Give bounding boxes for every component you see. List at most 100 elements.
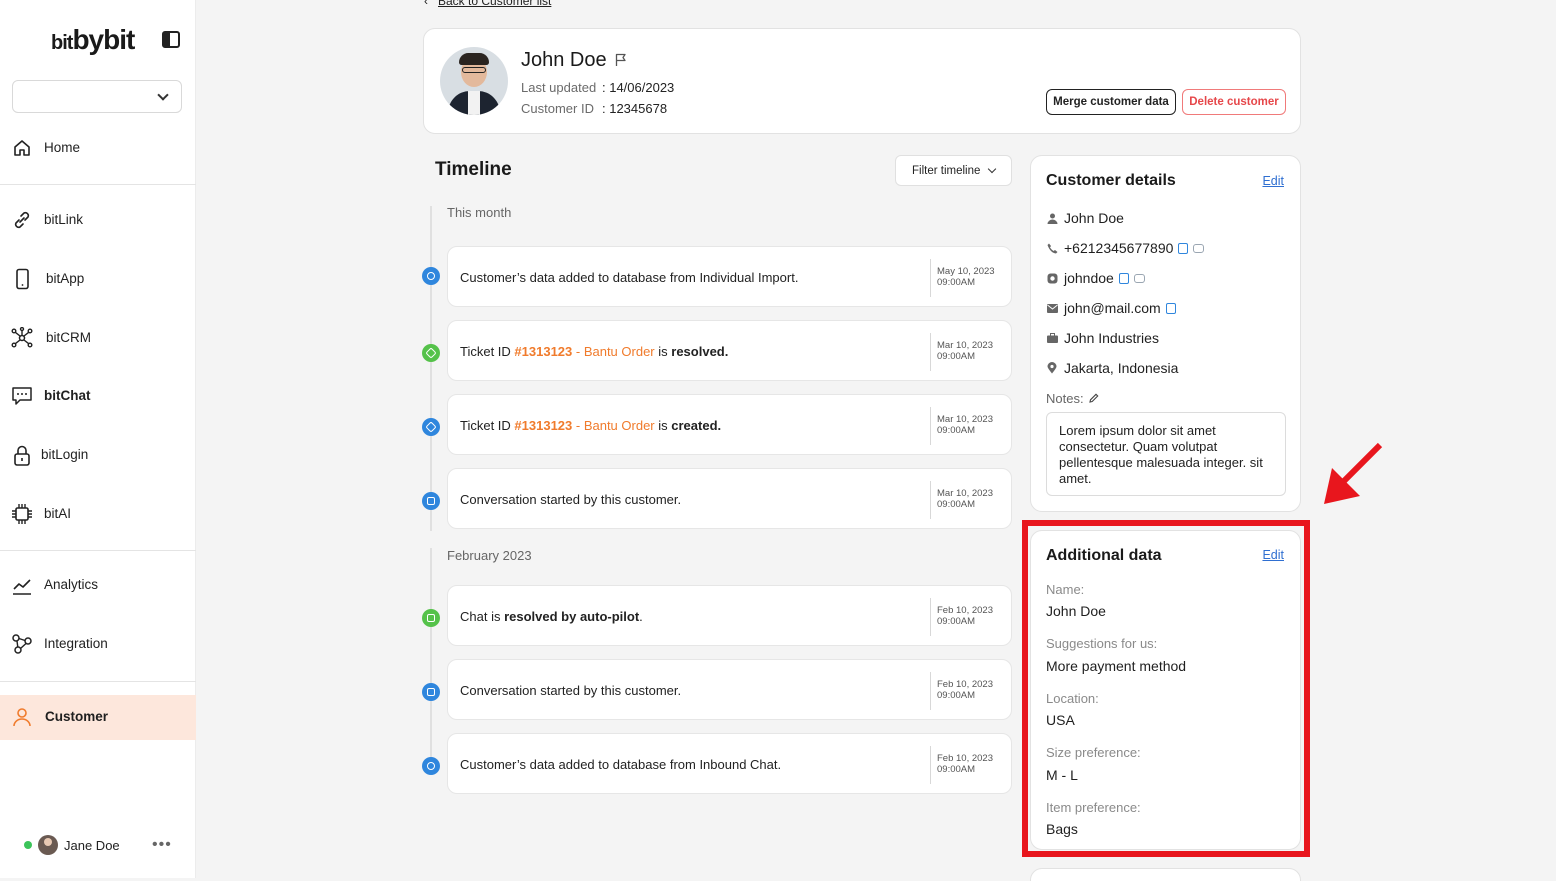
sidebar-item-bitchat[interactable]: bitChat [0,374,196,418]
merge-customer-data-button[interactable]: Merge customer data [1046,89,1176,115]
pencil-icon[interactable] [1089,393,1099,403]
copy-icon[interactable] [1178,242,1189,254]
timeline-event-text: Conversation started by this customer. [460,492,682,507]
network-icon [11,327,33,349]
timeline-event-date: Feb 10, 2023 09:00AM [937,679,993,701]
ticket-link[interactable]: #1313123 - Bantu Order [514,344,654,359]
message-icon[interactable] [1193,243,1205,253]
home-icon [11,137,33,159]
sidebar-item-label: bitAI [44,506,72,521]
chat-icon [11,385,33,407]
ticket-link[interactable]: #1313123 - Bantu Order [514,418,654,433]
timeline-event[interactable]: Customer’s data added to database from I… [447,246,1012,307]
copy-icon[interactable] [1118,272,1129,284]
instagram-icon [1046,272,1058,284]
sidebar-item-bitlogin[interactable]: bitLogin [0,433,196,477]
sidebar-divider [0,681,196,682]
highlight-annotation-box [1022,520,1310,857]
timeline-title: Timeline [435,159,512,180]
copy-icon[interactable] [1165,302,1176,314]
sidebar-item-bitapp[interactable]: bitApp [0,257,196,301]
timeline-event[interactable]: Customer’s data added to database from I… [447,733,1012,794]
edit-customer-details-link[interactable]: Edit [1262,174,1284,188]
timeline-event[interactable]: Conversation started by this customer. F… [447,659,1012,720]
lock-icon [11,444,33,466]
next-card [1030,868,1301,881]
timeline-event-text: Ticket ID #1313123 - Bantu Order is crea… [460,418,722,433]
sidebar-item-analytics[interactable]: Analytics [0,563,196,607]
phone-icon [11,268,33,290]
chevron-down-icon [157,89,169,101]
timeline-month-label: This month [447,205,512,220]
sidebar-item-label: Analytics [44,577,99,592]
sidebar-item-label: Customer [45,709,109,724]
notes-field[interactable]: Lorem ipsum dolor sit amet consectetur. … [1046,412,1286,496]
customer-name: John Doe [521,49,607,71]
current-user[interactable]: Jane Doe ••• [0,830,196,860]
workspace-select[interactable] [12,80,182,113]
timeline-event-date: Mar 10, 2023 09:00AM [937,340,993,362]
chevron-down-icon [987,164,997,174]
timeline-event-text: Ticket ID #1313123 - Bantu Order is reso… [460,344,729,359]
delete-customer-button[interactable]: Delete customer [1182,89,1286,115]
detail-name: John Doe [1046,208,1124,228]
timeline-event[interactable]: Ticket ID #1313123 - Bantu Order is reso… [447,320,1012,381]
filter-timeline-button[interactable]: Filter timeline [895,155,1012,186]
ticket-icon [422,344,440,362]
customer-details-card: Customer details Edit John Doe +62123456… [1030,155,1301,512]
sidebar-item-customer[interactable]: Customer [0,695,196,740]
last-updated-value: : 14/06/2023 [602,80,675,95]
link-icon [11,209,33,231]
sidebar-item-label: bitChat [44,388,91,403]
timeline-event[interactable]: Conversation started by this customer. M… [447,468,1012,529]
sidebar: bitbybit Home bitLink bitApp bitCRM bitC… [0,0,196,878]
detail-instagram: johndoe [1046,268,1145,288]
timeline-event[interactable]: Ticket ID #1313123 - Bantu Order is crea… [447,394,1012,455]
timeline-event-date: Feb 10, 2023 09:00AM [937,605,993,627]
customer-header-card: John Doe Last updated : 14/06/2023 Custo… [423,28,1301,134]
timeline-event-date: Mar 10, 2023 09:00AM [937,488,993,510]
customer-avatar [440,47,508,115]
sidebar-item-bitlink[interactable]: bitLink [0,198,196,242]
detail-company: John Industries [1046,328,1159,348]
sidebar-collapse-icon[interactable] [162,31,180,48]
timeline-event-text: Chat is resolved by auto-pilot. [460,609,643,624]
timeline-line [430,548,432,770]
mail-icon [1046,302,1058,314]
sidebar-item-label: bitLink [44,212,84,227]
sidebar-item-integration[interactable]: Integration [0,622,196,666]
customer-id-label: Customer ID [521,101,594,116]
more-options-icon[interactable]: ••• [152,836,172,854]
detail-email: john@mail.com [1046,298,1176,318]
user-icon [11,706,33,728]
sidebar-divider [0,550,196,551]
back-to-customer-list-link[interactable]: ‹ Back to Customer list [424,0,551,8]
detail-location: Jakarta, Indonesia [1046,358,1178,378]
sidebar-item-label: bitCRM [46,330,92,345]
message-icon[interactable] [1133,273,1145,283]
timeline-event-date: Mar 10, 2023 09:00AM [937,414,993,436]
brand-logo[interactable]: bitbybit [51,24,135,56]
timeline-event[interactable]: Chat is resolved by auto-pilot. Feb 10, … [447,585,1012,646]
chat-icon [422,609,440,627]
sidebar-item-home[interactable]: Home [0,126,196,170]
sidebar-item-bitcrm[interactable]: bitCRM [0,316,196,360]
timeline-line [430,206,432,531]
chat-icon [422,492,440,510]
integration-icon [11,633,33,655]
customer-details-title: Customer details [1046,172,1176,189]
timeline-event-date: Feb 10, 2023 09:00AM [937,753,993,775]
timeline-event-text: Customer’s data added to database from I… [460,270,799,285]
phone-icon [1046,242,1058,254]
location-pin-icon [1046,362,1058,374]
sidebar-item-label: bitApp [46,271,85,286]
logo-row: bitbybit [0,22,196,58]
timeline-event-text: Customer’s data added to database from I… [460,757,782,772]
user-name: Jane Doe [64,838,120,853]
chat-icon [422,683,440,701]
sidebar-item-bitai[interactable]: bitAI [0,492,196,536]
sidebar-item-label: Home [44,140,81,155]
online-status-icon [24,841,32,849]
sidebar-item-label: Integration [44,636,108,651]
flag-icon[interactable] [615,53,627,67]
